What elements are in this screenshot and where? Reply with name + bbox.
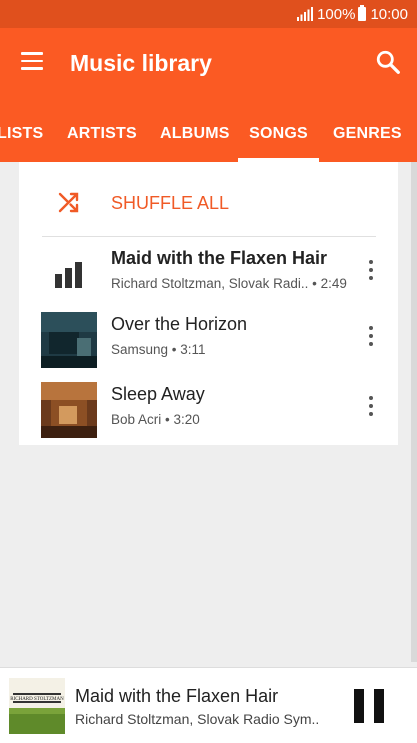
tab-songs[interactable]: SONGS (238, 98, 319, 162)
pause-icon (374, 689, 384, 723)
song-artist: Bob Acri (111, 412, 162, 427)
mini-player[interactable]: RICHARD STOLTZMAN Maid with the Flaxen H… (0, 667, 417, 743)
more-options-icon[interactable] (364, 396, 378, 422)
now-playing-title: Maid with the Flaxen Hair (75, 686, 279, 706)
pause-button[interactable] (354, 689, 386, 723)
now-playing-artist: Richard Stoltzman, Slovak Radio Sym.. (75, 711, 320, 727)
tab-bar: LISTS ARTISTS ALBUMS SONGS GENRES (0, 98, 417, 162)
song-meta: Samsung • 3:11 (111, 342, 206, 357)
clock: 10:00 (370, 5, 408, 23)
tab-genres[interactable]: GENRES (333, 98, 402, 162)
pause-icon (354, 689, 364, 723)
app-bar: Music library (0, 28, 417, 98)
song-title: Over the Horizon (111, 314, 248, 334)
more-options-icon[interactable] (364, 326, 378, 352)
battery-icon (358, 5, 367, 21)
song-meta: Richard Stoltzman, Slovak Radi.. • 2:49 (111, 276, 347, 291)
tab-artists[interactable]: ARTISTS (67, 98, 137, 162)
more-options-icon[interactable] (364, 260, 378, 286)
album-art-artist: RICHARD STOLTZMAN (10, 697, 64, 702)
song-artist: Samsung (111, 342, 169, 357)
tab-label: SONGS (249, 125, 308, 142)
signal-icon (297, 7, 314, 21)
song-row[interactable]: Maid with the Flaxen Hair Richard Stoltz… (19, 246, 398, 316)
meta-separator: • (168, 342, 181, 357)
now-playing-equalizer-icon (55, 262, 82, 288)
meta-separator: • (161, 412, 174, 427)
song-artist: Richard Stoltzman, Slovak Radi.. (111, 276, 309, 291)
shuffle-all-button[interactable]: SHUFFLE ALL (19, 162, 398, 236)
search-icon[interactable] (375, 49, 401, 75)
shuffle-icon (58, 192, 79, 213)
tab-label: GENRES (333, 125, 402, 142)
tab-label: ALBUMS (160, 125, 230, 142)
scrollbar[interactable] (411, 162, 417, 662)
song-duration: 3:20 (173, 412, 200, 427)
meta-separator: • (308, 276, 321, 291)
divider (42, 236, 376, 237)
song-duration: 3:11 (180, 342, 206, 357)
album-art-thumbnail (41, 382, 97, 438)
song-meta: Bob Acri • 3:20 (111, 412, 200, 427)
song-row[interactable]: Over the Horizon Samsung • 3:11 (19, 312, 398, 382)
song-title: Maid with the Flaxen Hair (111, 248, 328, 268)
song-duration: 2:49 (320, 276, 347, 291)
album-art-thumbnail (41, 312, 97, 368)
status-bar: 100% 10:00 (0, 0, 417, 28)
song-row[interactable]: Sleep Away Bob Acri • 3:20 (19, 382, 398, 452)
hamburger-menu-icon[interactable] (21, 52, 43, 70)
tab-label: LISTS (0, 125, 44, 142)
song-title: Sleep Away (111, 384, 205, 404)
song-list-card: SHUFFLE ALL Maid with the Flaxen Hair Ri… (19, 162, 398, 445)
shuffle-all-label: SHUFFLE ALL (111, 193, 230, 213)
tab-lists[interactable]: LISTS (0, 98, 43, 162)
tab-albums[interactable]: ALBUMS (160, 98, 230, 162)
tab-label: ARTISTS (67, 125, 137, 142)
battery-percent: 100% (317, 5, 356, 23)
page-title: Music library (70, 50, 212, 76)
now-playing-album-art: RICHARD STOLTZMAN (9, 678, 65, 734)
